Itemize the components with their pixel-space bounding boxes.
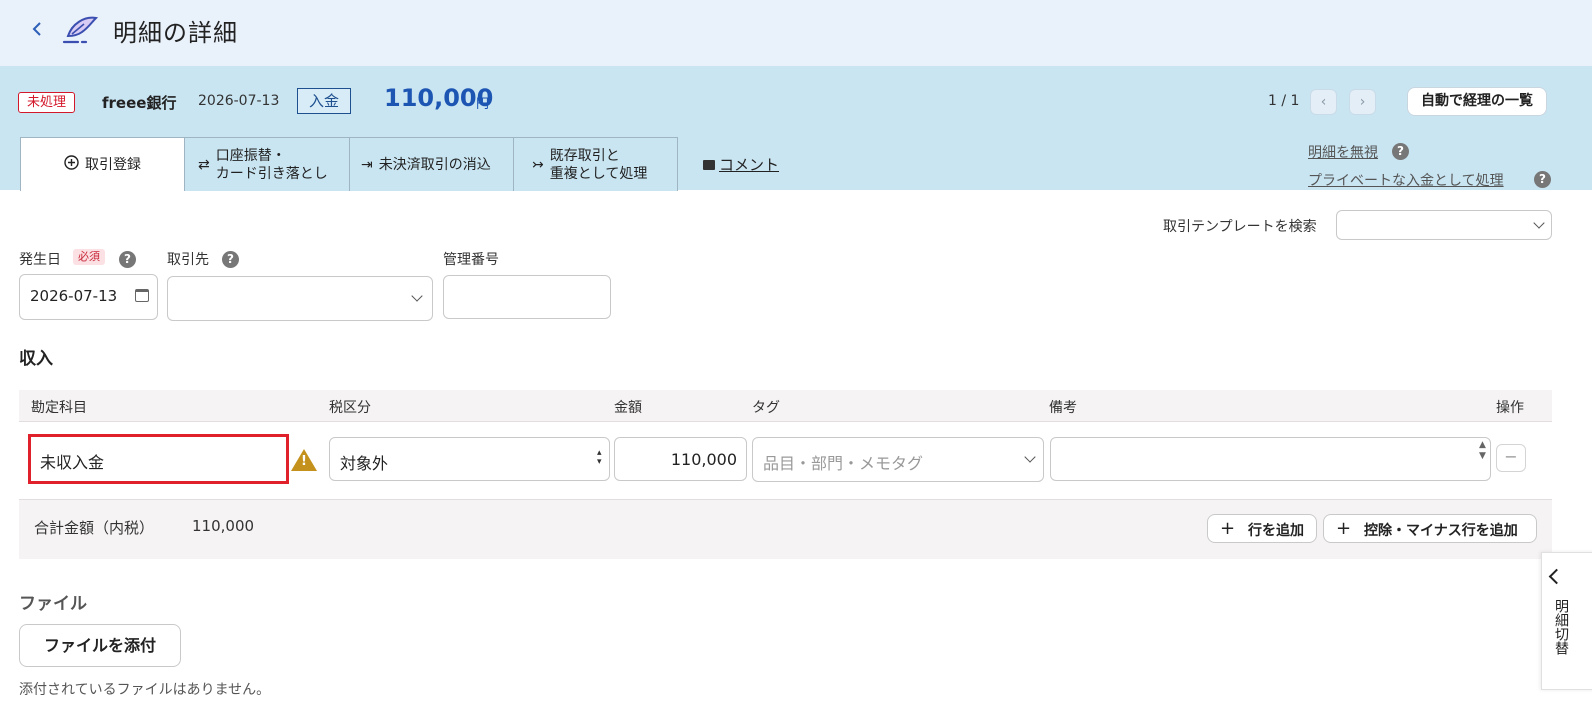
auto-accounting-list-button[interactable]: 自動で経理の一覧 (1407, 87, 1547, 116)
chevron-down-icon (1533, 217, 1545, 229)
amount-unit: 円 (476, 97, 490, 112)
drawer-label: 明細切替 (1553, 599, 1569, 655)
tab-label-line2: カード引き落とし (215, 165, 328, 182)
template-search-select[interactable] (1336, 210, 1552, 240)
merge-arrows-icon: ⇥ (361, 156, 373, 173)
tab-label: 未決済取引の消込 (378, 156, 491, 173)
memo-field[interactable]: ▲ ▼ (1050, 437, 1491, 481)
chevron-right-icon: › (1359, 94, 1366, 110)
date-label: 発生日 (19, 252, 61, 268)
partner-select[interactable] (167, 276, 433, 321)
template-search-label: 取引テンプレートを検索 (1163, 219, 1317, 235)
table-header (19, 390, 1552, 422)
amount-value: 110,000 (670, 450, 737, 469)
partner-label: 取引先 (167, 252, 209, 268)
management-number-field[interactable] (443, 275, 611, 319)
tab-label-line1: 既存取引と (549, 147, 620, 164)
comment-icon (703, 160, 715, 170)
next-statement-button[interactable]: › (1349, 89, 1376, 115)
column-tag: タグ (752, 400, 780, 416)
total-value: 110,000 (192, 517, 255, 535)
column-account: 勘定科目 (31, 400, 87, 416)
chevron-down-icon (411, 290, 423, 302)
help-icon[interactable]: ? (1534, 171, 1551, 188)
chevron-left-icon: ‹ (1320, 94, 1327, 110)
files-heading: ファイル (19, 594, 87, 614)
tax-category-value: 対象外 (340, 454, 389, 473)
back-button[interactable] (26, 18, 48, 40)
direction-badge: 入金 (297, 88, 351, 114)
tab-label-line2: 重複として処理 (549, 165, 648, 182)
tab-account-transfer[interactable]: ⇄ 口座振替・ カード引き落とし (184, 137, 350, 191)
add-row-label: 行を追加 (1248, 523, 1304, 539)
income-heading: 収入 (19, 349, 53, 369)
transfer-arrows-icon: ⇄ (198, 156, 210, 173)
help-icon[interactable]: ? (1392, 143, 1409, 160)
chevron-down-icon (1024, 451, 1036, 463)
date-value: 2026-07-13 (30, 287, 118, 305)
status-badge: 未処理 (18, 92, 76, 113)
tab-label-line1: 口座振替・ (215, 147, 286, 164)
required-badge: 必須 (73, 249, 105, 265)
plus-icon: + (1336, 518, 1352, 539)
updown-arrows-icon: ▴ ▾ (597, 448, 602, 467)
column-operations: 操作 (1496, 400, 1524, 416)
page-title: 明細の詳細 (113, 19, 238, 47)
help-icon[interactable]: ? (222, 251, 239, 268)
add-row-button[interactable]: + 行を追加 (1207, 514, 1317, 543)
total-label: 合計金額（内税） (34, 519, 155, 537)
tab-label: 口座振替・ カード引き落とし (216, 147, 328, 183)
comment-link[interactable]: コメント (703, 154, 779, 175)
pager-count: 1 / 1 (1268, 93, 1300, 109)
ignore-statement-link[interactable]: 明細を無視 (1308, 142, 1378, 162)
bird-logo-icon (62, 12, 100, 46)
help-icon[interactable]: ? (119, 251, 136, 268)
remove-row-button[interactable]: − (1496, 444, 1526, 472)
process-private-link[interactable]: プライベートな入金として処理 (1308, 170, 1504, 190)
top-header (0, 0, 1592, 66)
tag-placeholder: 品目・部門・メモタグ (763, 454, 924, 473)
warning-mark: ! (301, 454, 307, 469)
comment-label: コメント (719, 156, 780, 174)
merge-arrow-icon: ↣ (532, 156, 544, 173)
chevron-left-icon (32, 22, 41, 36)
tab-label: 既存取引と 重複として処理 (550, 147, 648, 183)
statement-switch-drawer[interactable]: 明細切替 (1541, 552, 1592, 690)
scroll-arrows-icon[interactable]: ▲ ▼ (1479, 440, 1486, 462)
tab-unsettled-clearing[interactable]: ⇥ 未決済取引の消込 (349, 137, 514, 191)
add-minus-row-label: 控除・マイナス行を追加 (1364, 523, 1518, 539)
management-number-label: 管理番号 (443, 252, 499, 268)
account-value: 未収入金 (40, 453, 105, 472)
prev-statement-button[interactable]: ‹ (1310, 89, 1337, 115)
attach-file-button[interactable]: ファイルを添付 (19, 624, 181, 667)
add-minus-row-button[interactable]: + 控除・マイナス行を追加 (1323, 514, 1537, 543)
statement-date: 2026-07-13 (198, 93, 280, 109)
tab-duplicate-processing[interactable]: ↣ 既存取引と 重複として処理 (513, 137, 678, 191)
tab-label: 取引登録 (85, 156, 141, 173)
column-memo: 備考 (1049, 400, 1077, 416)
calendar-icon[interactable] (135, 289, 149, 302)
plus-icon: + (1220, 518, 1236, 539)
tab-register-transaction[interactable]: 取引登録 (20, 137, 185, 191)
bank-name: freee銀行 (102, 94, 177, 112)
column-amount: 金額 (614, 400, 642, 416)
no-file-message: 添付されているファイルはありません。 (19, 682, 271, 698)
column-tax: 税区分 (329, 400, 371, 416)
plus-circle-icon (64, 155, 79, 174)
chevron-left-icon (1548, 568, 1565, 585)
